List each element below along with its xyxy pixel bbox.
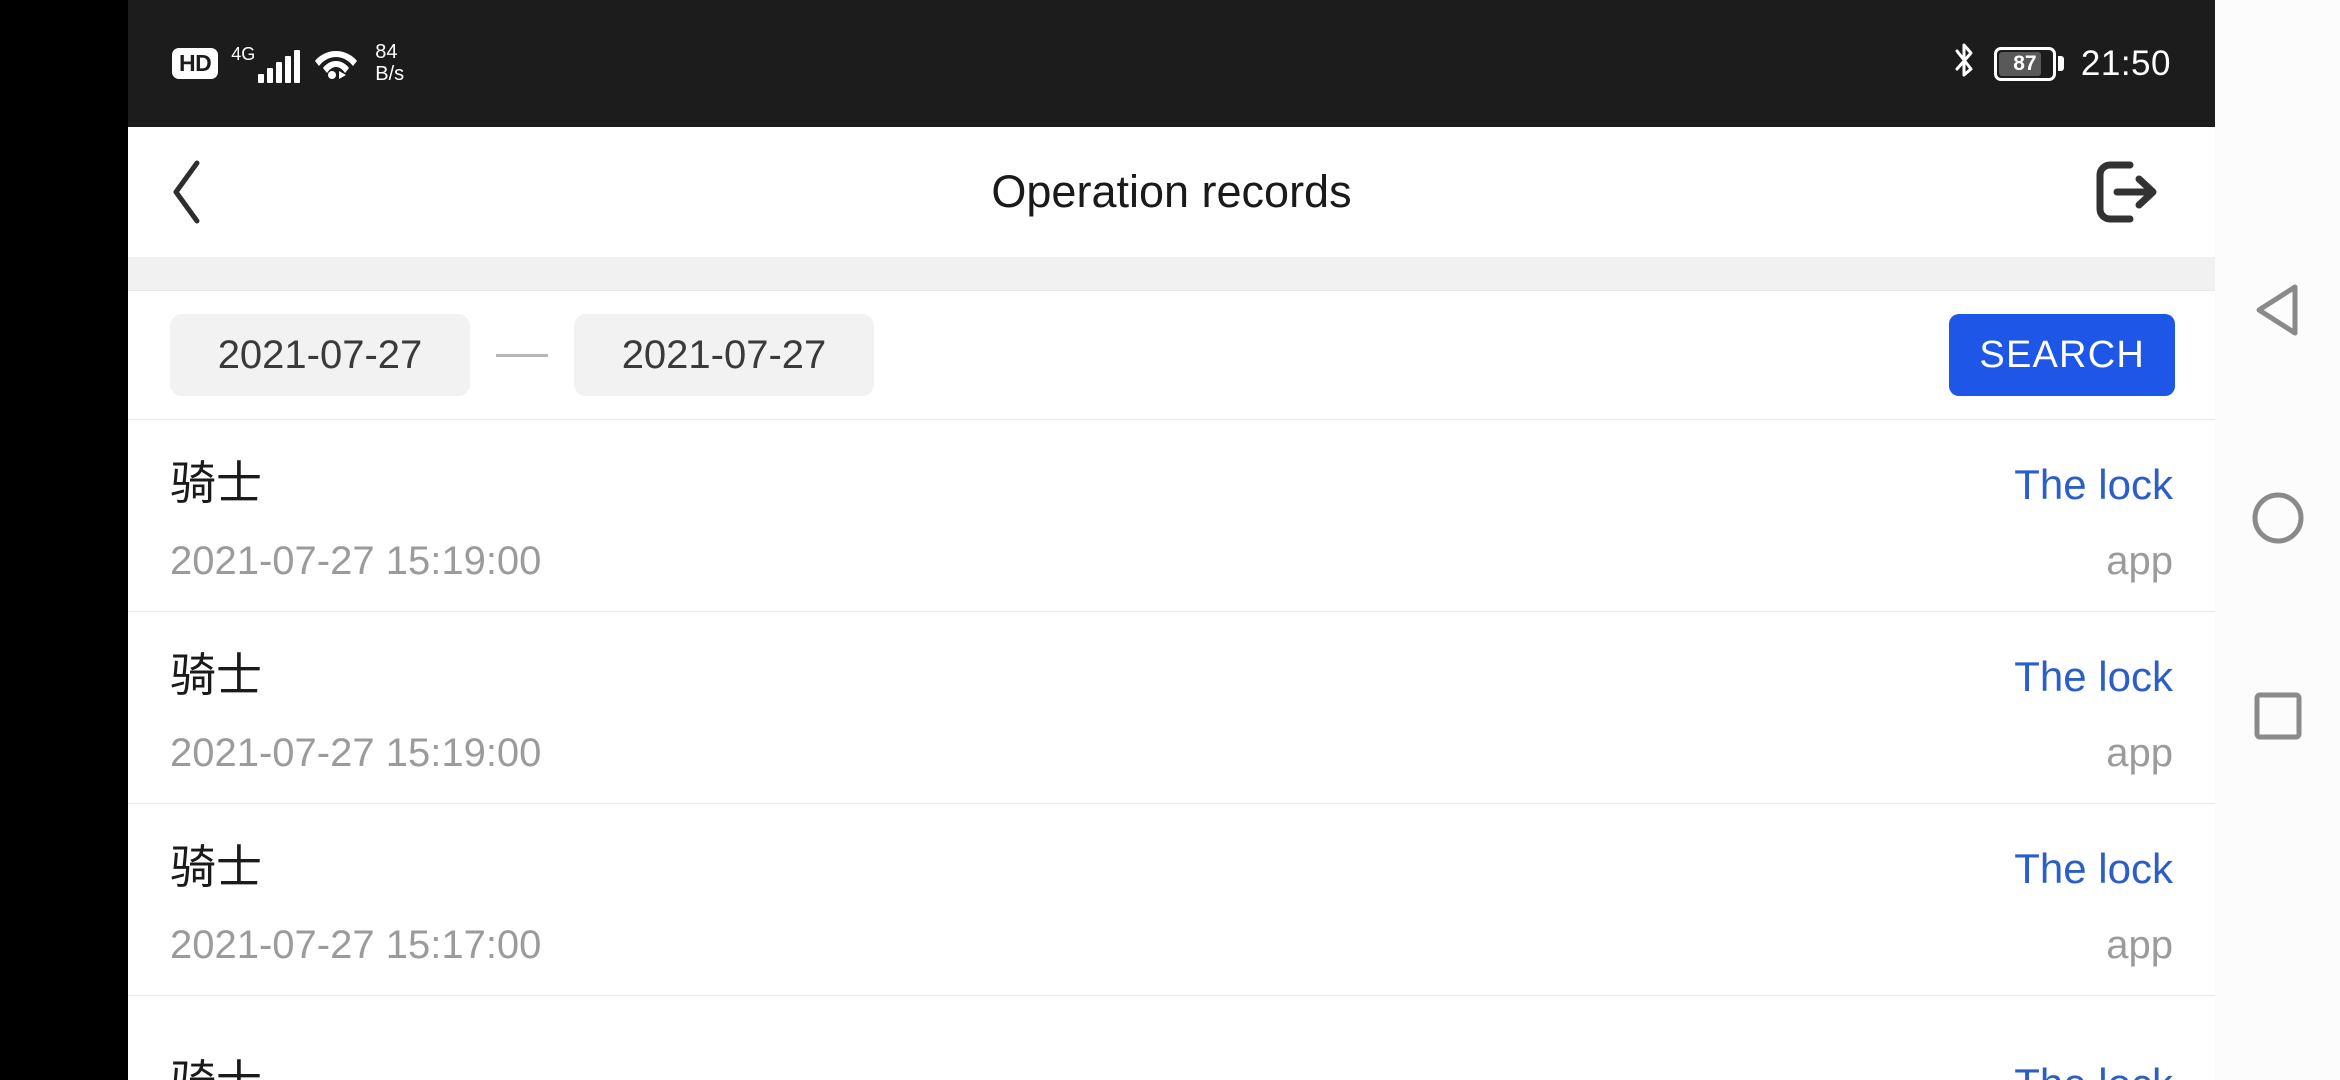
screen-root: HD 4G 84 B/s 87 21:50 Operation records … — [0, 0, 2340, 1080]
status-bar-right-group: 87 21:50 — [1951, 41, 2171, 86]
date-range-separator — [496, 353, 548, 357]
battery-icon: 87 — [1993, 46, 2064, 81]
nav-recents-square-icon — [2254, 692, 2301, 740]
record-user: 骑士 — [170, 841, 262, 893]
signal-bars-icon: 4G — [231, 43, 301, 83]
status-bar: HD 4G 84 B/s 87 21:50 — [128, 0, 2215, 127]
status-bar-clock: 21:50 — [2080, 43, 2171, 83]
record-primary-line: 骑士 The lock — [170, 831, 2173, 897]
android-navigation-bar — [2215, 0, 2340, 1080]
search-button[interactable]: SEARCH — [1949, 314, 2175, 396]
record-action[interactable]: The lock — [2014, 1060, 2173, 1080]
net-speed-value: 84 — [375, 40, 398, 63]
start-date-input[interactable]: 2021-07-27 — [170, 314, 470, 396]
app-header: Operation records — [128, 127, 2215, 257]
record-secondary-line: 2021-07-27 15:17:00 app — [170, 923, 2173, 968]
battery-percent-label: 87 — [2013, 52, 2037, 75]
operation-records-list: 骑士 The lock 2021-07-27 15:19:00 app 骑士 T… — [128, 419, 2215, 1080]
section-divider-band — [128, 257, 2215, 291]
record-secondary-line: 2021-07-27 15:19:00 app — [170, 539, 2173, 584]
chevron-left-icon — [173, 160, 200, 224]
table-row[interactable]: 骑士 The lock — [128, 995, 2215, 1080]
wifi-icon — [313, 43, 359, 84]
phone-viewport: HD 4G 84 B/s 87 21:50 Operation records … — [128, 0, 2215, 1080]
back-button[interactable] — [128, 127, 248, 257]
date-filter-bar: 2021-07-27 2021-07-27 SEARCH — [128, 291, 2215, 419]
record-timestamp: 2021-07-27 15:17:00 — [170, 923, 542, 967]
record-timestamp: 2021-07-27 15:19:00 — [170, 731, 542, 775]
record-timestamp: 2021-07-27 15:19:00 — [170, 539, 542, 583]
table-row[interactable]: 骑士 The lock 2021-07-27 15:19:00 app — [128, 419, 2215, 611]
nav-back-button[interactable] — [2249, 282, 2307, 343]
network-speed-indicator: 84 B/s — [375, 40, 405, 85]
nav-home-circle-icon — [2252, 492, 2303, 544]
record-action[interactable]: The lock — [2014, 653, 2173, 701]
export-icon — [2096, 161, 2157, 223]
record-secondary-line: 2021-07-27 15:19:00 app — [170, 731, 2173, 776]
page-title: Operation records — [991, 166, 1352, 217]
record-action[interactable]: The lock — [2014, 845, 2173, 893]
record-user: 骑士 — [170, 457, 262, 509]
record-primary-line: 骑士 The lock — [170, 447, 2173, 513]
nav-home-button[interactable] — [2250, 490, 2306, 551]
record-source: app — [2106, 923, 2173, 967]
bluetooth-icon — [1951, 41, 1977, 86]
status-bar-left-group: HD 4G 84 B/s — [172, 40, 405, 85]
nav-back-triangle-icon — [2256, 284, 2297, 336]
export-button[interactable] — [2065, 127, 2185, 257]
record-primary-line: 骑士 The lock — [170, 639, 2173, 705]
hd-icon: HD — [172, 48, 219, 79]
table-row[interactable]: 骑士 The lock 2021-07-27 15:19:00 app — [128, 611, 2215, 803]
net-speed-unit: B/s — [375, 62, 405, 85]
record-user: 骑士 — [170, 649, 262, 701]
left-black-bezel — [0, 0, 128, 1080]
record-primary-line: 骑士 The lock — [170, 1046, 2173, 1080]
nav-recents-button[interactable] — [2252, 690, 2304, 747]
record-source: app — [2106, 731, 2173, 775]
record-source: app — [2106, 539, 2173, 583]
end-date-input[interactable]: 2021-07-27 — [574, 314, 874, 396]
record-action[interactable]: The lock — [2014, 461, 2173, 509]
record-user: 骑士 — [170, 1046, 262, 1080]
battery-tip — [2057, 56, 2064, 71]
network-gen-label: 4G — [231, 43, 256, 64]
signal-bar-group — [258, 49, 301, 83]
table-row[interactable]: 骑士 The lock 2021-07-27 15:17:00 app — [128, 803, 2215, 995]
